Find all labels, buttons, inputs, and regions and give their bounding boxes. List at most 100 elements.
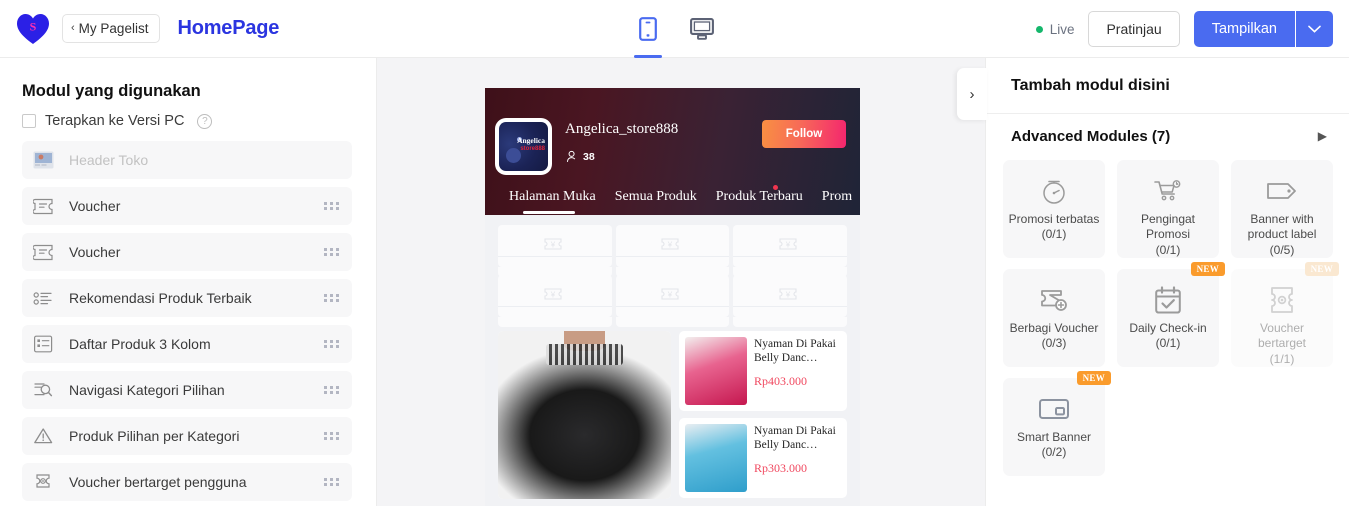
product-price: Rp403.000 xyxy=(754,373,808,388)
device-desktop-button[interactable] xyxy=(685,9,719,49)
store-avatar: Angelica store888 xyxy=(495,118,552,175)
module-label: Voucher xyxy=(69,244,121,260)
avatar-sub-text: store888 xyxy=(520,146,545,152)
voucher-row-1: ¥ ¥ ¥ xyxy=(498,225,847,277)
preview-button[interactable]: Pratinjau xyxy=(1088,11,1180,47)
voucher-empty-icon: ¥ xyxy=(661,238,680,250)
live-status-label: Live xyxy=(1049,21,1075,37)
chevron-right-icon: ▶ xyxy=(1317,129,1327,143)
svg-text:S: S xyxy=(30,19,37,33)
module-tile-smart-banner[interactable]: NEW Smart Banner (0/2) xyxy=(1003,371,1111,476)
list-grid-icon xyxy=(33,333,59,355)
voucher-empty-icon: ¥ xyxy=(661,288,680,300)
voucher-placeholder-card[interactable]: ¥ xyxy=(498,225,612,277)
voucher-placeholder-card[interactable]: ¥ xyxy=(615,275,730,327)
module-label: Produk Pilihan per Kategori xyxy=(69,428,240,444)
new-indicator-dot-icon xyxy=(772,185,778,190)
drag-handle[interactable] xyxy=(324,248,340,256)
store-nav-tab-semua-produk[interactable]: Semua Produk xyxy=(615,189,697,205)
timer-icon xyxy=(1038,174,1070,208)
module-row-voucher-2[interactable]: Voucher xyxy=(22,233,352,271)
drag-handle[interactable] xyxy=(324,432,340,440)
module-tile-label: Daily Check-in (0/1) xyxy=(1129,321,1207,351)
module-row-voucher-1[interactable]: Voucher xyxy=(22,187,352,225)
svg-text:¥: ¥ xyxy=(785,291,791,300)
used-modules-panel: Modul yang digunakan Terapkan ke Versi P… xyxy=(0,58,377,506)
module-tile-label: Promosi terbatas (0/1) xyxy=(1008,212,1100,242)
price-tag-icon xyxy=(1265,174,1299,208)
store-nav-tabs: Halaman Muka Semua Produk Produk Terbaru… xyxy=(485,179,860,215)
heart-dollar-logo-icon[interactable]: S xyxy=(16,13,50,45)
publish-dropdown-button[interactable] xyxy=(1296,11,1333,47)
module-tile-daily-check-in[interactable]: NEW Daily Check-in (0/1) xyxy=(1117,262,1225,367)
module-row-voucher-bertarget-pengguna[interactable]: Voucher bertarget pengguna xyxy=(22,463,352,501)
new-badge: NEW xyxy=(1076,371,1111,385)
voucher-placeholder-card[interactable]: ¥ xyxy=(733,275,847,327)
module-tile-label: Smart Banner (0/2) xyxy=(1016,430,1092,460)
product-price: Rp303.000 xyxy=(754,460,808,475)
module-list: Header Toko Voucher Voucher Rekomendasi … xyxy=(0,141,376,501)
voucher-placeholder-card[interactable]: ¥ xyxy=(615,225,730,277)
module-tile-berbagi-voucher[interactable]: Berbagi Voucher (0/3) xyxy=(1003,269,1105,367)
skirt-belt-shape xyxy=(546,344,623,365)
apply-pc-version-label: Terapkan ke Versi PC xyxy=(45,113,185,129)
module-row-daftar-produk-3-kolom[interactable]: Daftar Produk 3 Kolom xyxy=(22,325,352,363)
follow-button[interactable]: Follow xyxy=(762,120,846,148)
follower-group: 38 xyxy=(566,150,595,163)
module-tile-pengingat-promosi[interactable]: Pengingat Promosi (0/1) xyxy=(1117,160,1219,258)
person-follower-icon xyxy=(566,150,576,163)
store-header-module[interactable]: Angelica store888 Angelica_store888 38 F… xyxy=(485,88,860,215)
category-search-icon xyxy=(33,379,59,401)
advanced-modules-section-header[interactable]: Advanced Modules (7) ▶ xyxy=(986,114,1349,158)
publish-button[interactable]: Tampilkan xyxy=(1193,11,1295,47)
product-card[interactable]: Nyaman Di Pakai Belly Danc… Rp303.000 xyxy=(679,418,847,498)
module-tile-label: Pengingat Promosi (0/1) xyxy=(1140,211,1196,257)
voucher-placeholder-card[interactable]: ¥ xyxy=(498,275,612,327)
voucher-row-2: ¥ ¥ ¥ xyxy=(498,275,847,327)
svg-text:¥: ¥ xyxy=(550,291,556,300)
drag-handle[interactable] xyxy=(324,294,340,302)
new-badge: NEW xyxy=(1304,262,1339,276)
follower-count: 38 xyxy=(583,150,595,163)
add-module-panel: Tambah modul disini Advanced Modules (7)… xyxy=(985,58,1349,506)
drag-handle[interactable] xyxy=(324,478,340,486)
publish-split-button[interactable]: Tampilkan xyxy=(1193,11,1333,47)
voucher-module-area: ¥ ¥ ¥ ¥ ¥ ¥ xyxy=(485,215,860,327)
module-tile-banner-with-product-label[interactable]: Banner with product label (0/5) xyxy=(1231,160,1333,258)
product-title: Nyaman Di Pakai Belly Danc… xyxy=(754,425,836,452)
drag-handle[interactable] xyxy=(324,386,340,394)
chevron-down-icon xyxy=(1308,25,1321,33)
drag-handle[interactable] xyxy=(324,340,340,348)
device-mobile-button[interactable] xyxy=(631,9,665,58)
my-pagelist-button[interactable]: ‹ My Pagelist xyxy=(62,14,161,43)
svg-text:¥: ¥ xyxy=(785,241,791,250)
add-module-title: Tambah modul disini xyxy=(986,58,1349,114)
store-nav-tab-halaman-muka[interactable]: Halaman Muka xyxy=(509,189,596,214)
module-row-produk-pilihan-per-kategori[interactable]: Produk Pilihan per Kategori xyxy=(22,417,352,455)
panel-collapse-toggle[interactable]: › xyxy=(957,68,987,120)
module-tile-promosi-terbatas[interactable]: Promosi terbatas (0/1) xyxy=(1003,160,1105,258)
voucher-placeholder-card[interactable]: ¥ xyxy=(733,225,847,277)
advanced-modules-label: Advanced Modules (7) xyxy=(1011,127,1171,145)
drag-handle[interactable] xyxy=(324,202,340,210)
store-avatar-image: Angelica store888 xyxy=(499,122,548,171)
product-card[interactable]: Nyaman Di Pakai Belly Danc… Rp403.000 xyxy=(679,331,847,411)
cart-reminder-icon xyxy=(1152,174,1184,208)
module-label: Voucher xyxy=(69,198,121,214)
module-tile-label: Banner with product label (0/5) xyxy=(1247,211,1317,257)
module-tile-label: Berbagi Voucher (0/3) xyxy=(1009,321,1099,351)
targeted-voucher-icon xyxy=(33,471,59,493)
store-nav-tab-promo[interactable]: Prom xyxy=(822,189,852,205)
module-row-rekomendasi-produk-terbaik[interactable]: Rekomendasi Produk Terbaik xyxy=(22,279,352,317)
store-nav-tab-produk-terbaru[interactable]: Produk Terbaru xyxy=(716,185,803,205)
module-row-navigasi-kategori-pilihan[interactable]: Navigasi Kategori Pilihan xyxy=(22,371,352,409)
product-thumbnail xyxy=(685,424,747,492)
svg-text:¥: ¥ xyxy=(550,241,556,250)
help-question-icon[interactable]: ? xyxy=(197,113,213,129)
product-list-column: Nyaman Di Pakai Belly Danc… Rp403.000 Ny… xyxy=(679,331,847,499)
share-voucher-icon xyxy=(1038,283,1070,317)
voucher-empty-icon: ¥ xyxy=(779,288,797,300)
apply-pc-version-row[interactable]: Terapkan ke Versi PC ? xyxy=(0,101,376,129)
apply-pc-version-checkbox[interactable] xyxy=(22,114,36,128)
featured-product-card[interactable] xyxy=(498,331,671,499)
